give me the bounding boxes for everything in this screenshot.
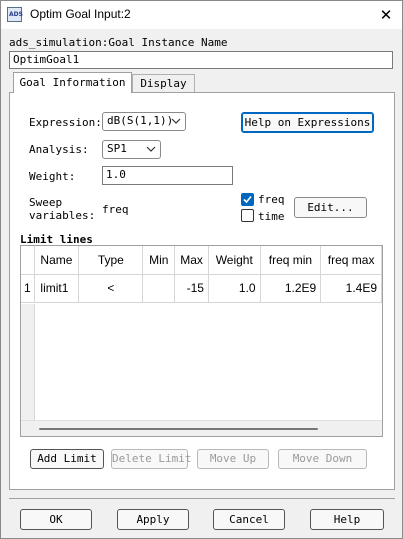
freq-checkbox-label: freq — [258, 193, 285, 206]
limit-lines-table-container: Name Type Min Max Weight freq min freq m… — [20, 245, 383, 437]
edit-sweep-button[interactable]: Edit... — [294, 197, 367, 218]
column-header[interactable]: freq min — [260, 246, 322, 275]
horizontal-scrollbar[interactable] — [21, 420, 382, 436]
move-up-button[interactable]: Move Up — [197, 449, 269, 469]
help-on-expressions-button[interactable]: Help on Expressions — [241, 112, 374, 133]
analysis-value: SP1 — [107, 142, 127, 155]
column-header[interactable]: Weight — [208, 246, 261, 275]
column-header[interactable]: Name — [34, 246, 80, 275]
sweep-variables-value: freq — [102, 203, 129, 216]
sweep-variables-label: Sweep variables: — [29, 196, 95, 222]
sweep-label-line2: variables: — [29, 209, 96, 222]
cancel-button[interactable]: Cancel — [213, 509, 285, 530]
apply-button[interactable]: Apply — [117, 509, 189, 530]
app-icon-text: ADS — [9, 11, 23, 18]
close-icon[interactable]: ✕ — [369, 1, 403, 29]
row-index: 1 — [21, 274, 36, 303]
dialog-window: ADS Optim Goal Input:2 ✕ ads_simulation:… — [0, 0, 403, 539]
cell-weight[interactable]: 1.0 — [208, 274, 261, 303]
column-header[interactable]: Max — [174, 246, 209, 275]
time-checkbox-label: time — [258, 210, 285, 223]
cell-type[interactable]: < — [78, 274, 144, 303]
add-limit-button[interactable]: Add Limit — [30, 449, 104, 469]
weight-field[interactable]: 1.0 — [102, 166, 233, 185]
tab-display[interactable]: Display — [132, 74, 195, 92]
chevron-down-icon — [171, 118, 181, 124]
cell-freq-min[interactable]: 1.2E9 — [260, 274, 322, 303]
cell-name[interactable]: limit1 — [34, 274, 80, 303]
expression-combo[interactable]: dB(S(1,1)) — [102, 112, 186, 131]
freq-checkbox[interactable] — [241, 193, 254, 206]
cell-min[interactable] — [142, 274, 176, 303]
expression-label: Expression: — [29, 116, 102, 129]
column-header[interactable]: freq max — [320, 246, 382, 275]
row-header-gutter — [21, 304, 35, 420]
title-bar[interactable]: ADS Optim Goal Input:2 ✕ — [1, 1, 402, 29]
analysis-label: Analysis: — [29, 143, 89, 156]
weight-label: Weight: — [29, 170, 76, 183]
column-header[interactable]: Min — [142, 246, 176, 275]
tab-goal-information[interactable]: Goal Information — [13, 72, 132, 93]
ads-app-icon: ADS — [7, 7, 23, 22]
column-header[interactable]: Type — [78, 246, 144, 275]
limit-lines-table: Name Type Min Max Weight freq min freq m… — [21, 246, 382, 303]
analysis-combo[interactable]: SP1 — [102, 140, 161, 159]
expression-value: dB(S(1,1)) — [107, 114, 174, 127]
check-icon — [243, 195, 252, 204]
cell-max[interactable]: -15 — [174, 274, 209, 303]
row-header-corner — [21, 246, 36, 275]
instance-name-field[interactable]: OptimGoal1 — [9, 51, 393, 69]
tab-panel: Expression: dB(S(1,1)) Help on Expressio… — [9, 92, 395, 490]
scrollbar-thumb[interactable] — [39, 428, 318, 430]
table-row[interactable]: 1 limit1 < -15 1.0 1.2E9 1.4E9 — [21, 274, 382, 303]
time-checkbox[interactable] — [241, 209, 254, 222]
cell-freq-max[interactable]: 1.4E9 — [320, 274, 382, 303]
chevron-down-icon — [146, 146, 156, 152]
window-title: Optim Goal Input:2 — [30, 7, 131, 21]
footer-divider — [9, 498, 395, 499]
instance-name-label: ads_simulation:Goal Instance Name — [9, 36, 228, 49]
ok-button[interactable]: OK — [20, 509, 92, 530]
move-down-button[interactable]: Move Down — [278, 449, 367, 469]
delete-limit-button[interactable]: Delete Limit — [111, 449, 191, 469]
sweep-label-line1: Sweep — [29, 196, 63, 209]
help-button[interactable]: Help — [310, 509, 384, 530]
